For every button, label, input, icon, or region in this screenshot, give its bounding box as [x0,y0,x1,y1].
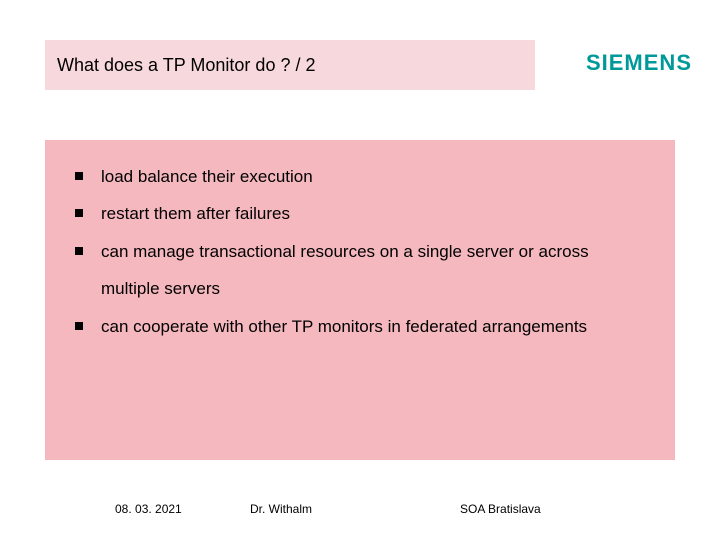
list-item: restart them after failures [75,195,645,232]
slide: What does a TP Monitor do ? / 2 SIEMENS … [0,0,720,540]
siemens-logo: SIEMENS [586,50,692,76]
list-item: can manage transactional resources on a … [75,233,645,308]
footer: 08. 03. 2021 Dr. Withalm SOA Bratislava [0,502,720,522]
content-panel: load balance their execution restart the… [45,140,675,460]
title-band: What does a TP Monitor do ? / 2 [45,40,535,90]
footer-date: 08. 03. 2021 [115,502,182,516]
list-item: load balance their execution [75,158,645,195]
list-item: can cooperate with other TP monitors in … [75,308,645,345]
footer-author: Dr. Withalm [250,502,312,516]
bullet-list: load balance their execution restart the… [75,158,645,345]
slide-title: What does a TP Monitor do ? / 2 [57,55,315,76]
footer-event: SOA Bratislava [460,502,541,516]
